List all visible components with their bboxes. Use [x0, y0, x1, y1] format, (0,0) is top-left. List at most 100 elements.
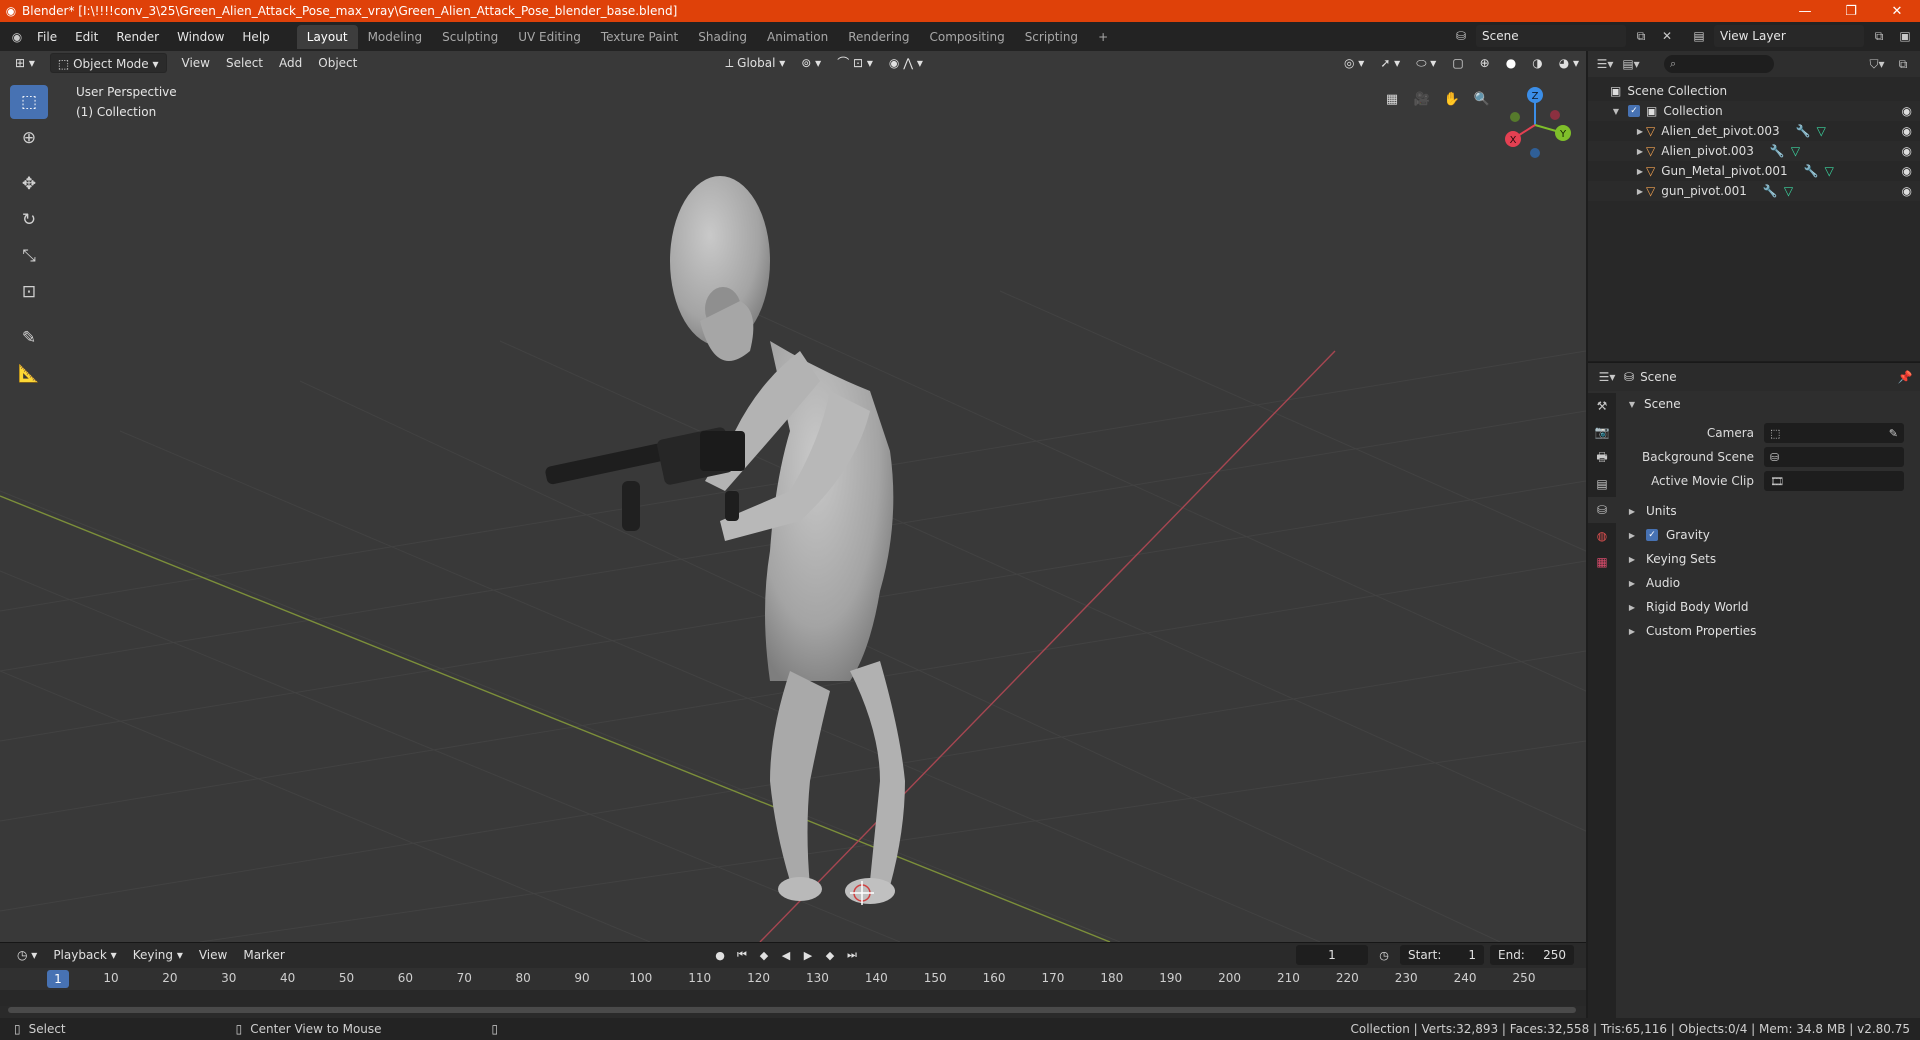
mode-dropdown[interactable]: ⬚ Object Mode ▾ — [49, 53, 167, 73]
custom-properties-panel[interactable]: ▶ Custom Properties — [1618, 619, 1918, 643]
zoom-icon[interactable]: 🔍 — [1470, 87, 1494, 111]
outliner-search-input[interactable]: ⌕ — [1664, 55, 1774, 73]
tab-rendering[interactable]: Rendering — [838, 25, 919, 49]
units-panel[interactable]: ▶ Units — [1618, 499, 1918, 523]
camera-view-icon[interactable]: 🎥 — [1410, 87, 1434, 111]
tree-scene-collection[interactable]: ▣ Scene Collection — [1588, 81, 1920, 101]
timeline-menu-view[interactable]: View — [192, 945, 234, 965]
transform-icon[interactable]: ⊡ — [10, 275, 48, 309]
preview-range-icon[interactable]: ◷ — [1374, 945, 1394, 965]
gravity-checkbox[interactable]: ✓ — [1646, 529, 1658, 541]
move-icon[interactable]: ✥ — [10, 167, 48, 201]
restore-icon[interactable]: ❐ — [1828, 0, 1874, 22]
cursor-icon[interactable]: ⊕ — [10, 121, 48, 155]
tree-collection[interactable]: ▼ ✓ ▣ Collection ◉ — [1588, 101, 1920, 121]
shading-wireframe-icon[interactable]: ⊕ — [1473, 53, 1497, 73]
tab-scripting[interactable]: Scripting — [1015, 25, 1088, 49]
tab-animation[interactable]: Animation — [757, 25, 838, 49]
active-movie-clip-field[interactable]: 🎞 — [1764, 471, 1904, 491]
tab-shading[interactable]: Shading — [688, 25, 757, 49]
pivot-icon[interactable]: ⊚ ▾ — [794, 53, 828, 73]
filter-icon[interactable]: ⛉▾ — [1866, 53, 1888, 75]
view-layer-tab-icon[interactable]: ▤ — [1588, 471, 1616, 497]
tool-tab-icon[interactable]: ⚒ — [1588, 393, 1616, 419]
render-tab-icon[interactable]: 📷 — [1588, 419, 1616, 445]
timeline-menu-marker[interactable]: Marker — [236, 945, 291, 965]
tree-object-2[interactable]: ▶ ▽ Gun_Metal_pivot.001 🔧 ▽ ◉ — [1588, 161, 1920, 181]
editor-type-icon[interactable]: ⊞ ▾ — [8, 53, 42, 73]
next-keyframe-icon[interactable]: ◆ — [820, 945, 840, 965]
timeline-editor-type-icon[interactable]: ◷ ▾ — [10, 945, 44, 965]
shading-solid-icon[interactable]: ● — [1499, 53, 1523, 73]
pan-hand-icon[interactable]: ✋ — [1440, 87, 1464, 111]
tab-texture-paint[interactable]: Texture Paint — [591, 25, 688, 49]
menu-edit[interactable]: Edit — [66, 26, 107, 48]
rigid-body-world-panel[interactable]: ▶ Rigid Body World — [1618, 595, 1918, 619]
view-layer-icon[interactable]: ▤ — [1688, 25, 1710, 47]
xray-icon[interactable]: ▢ — [1445, 53, 1470, 73]
prev-keyframe-icon[interactable]: ◆ — [754, 945, 774, 965]
view-layer-field[interactable]: View Layer — [1714, 25, 1864, 47]
new-collection-icon[interactable]: ⧉ — [1892, 53, 1914, 75]
audio-panel[interactable]: ▶ Audio — [1618, 571, 1918, 595]
delete-scene-icon[interactable]: ✕ — [1656, 25, 1678, 47]
scene-selector-icon[interactable]: ⛁ — [1450, 25, 1472, 47]
rotate-icon[interactable]: ↻ — [10, 203, 48, 237]
current-frame-field[interactable]: 1 — [1296, 945, 1368, 965]
camera-field[interactable]: ⬚ ✎ — [1764, 423, 1904, 443]
timeline-menu-keying[interactable]: Keying ▾ — [126, 945, 190, 965]
play-icon[interactable]: ▶ — [798, 945, 818, 965]
proportional-edit-icon[interactable]: ◉ ⋀ ▾ — [882, 53, 930, 73]
new-view-layer-icon[interactable]: ⧉ — [1868, 25, 1890, 47]
eye-icon[interactable]: ◉ — [1902, 184, 1912, 198]
add-workspace-icon[interactable]: + — [1088, 25, 1118, 49]
orientation-dropdown[interactable]: ⟂ Global ▾ — [718, 53, 792, 73]
visibility-icon[interactable]: ◎ ▾ — [1337, 53, 1371, 73]
pin-icon[interactable]: 📌 — [1894, 366, 1916, 388]
keying-sets-panel[interactable]: ▶ Keying Sets — [1618, 547, 1918, 571]
eye-icon[interactable]: ◉ — [1902, 164, 1912, 178]
blender-menu-icon[interactable]: ◉ — [6, 26, 28, 48]
eye-icon[interactable]: ◉ — [1902, 144, 1912, 158]
start-frame-field[interactable]: Start: 1 — [1400, 945, 1484, 965]
tree-object-1[interactable]: ▶ ▽ Alien_pivot.003 🔧 ▽ ◉ — [1588, 141, 1920, 161]
jump-start-icon[interactable]: ⏮ — [732, 945, 752, 965]
snap-icon[interactable]: ⌒ ⊡ ▾ — [830, 53, 880, 73]
delete-view-layer-icon[interactable]: ▣ — [1894, 25, 1916, 47]
annotate-icon[interactable]: ✎ — [10, 321, 48, 355]
end-frame-field[interactable]: End: 250 — [1490, 945, 1574, 965]
tree-object-0[interactable]: ▶ ▽ Alien_det_pivot.003 🔧 ▽ ◉ — [1588, 121, 1920, 141]
play-reverse-icon[interactable]: ◀ — [776, 945, 796, 965]
timeline-scrollbar[interactable] — [8, 1007, 1576, 1013]
menu-file[interactable]: File — [28, 26, 66, 48]
tab-uv-editing[interactable]: UV Editing — [508, 25, 591, 49]
timeline-menu-playback[interactable]: Playback ▾ — [46, 945, 123, 965]
viewport-menu-object[interactable]: Object — [311, 53, 364, 73]
frame-ruler[interactable]: 10 20 30 40 50 60 70 80 90 100 110 120 130 140 150 160 1… — [0, 968, 1586, 990]
menu-help[interactable]: Help — [233, 26, 278, 48]
minimize-icon[interactable]: — — [1782, 0, 1828, 22]
playhead[interactable]: 1 — [47, 970, 69, 988]
shading-material-icon[interactable]: ◑ — [1525, 53, 1549, 73]
viewport-menu-select[interactable]: Select — [219, 53, 270, 73]
menu-render[interactable]: Render — [107, 26, 168, 48]
output-tab-icon[interactable]: 🖶 — [1588, 445, 1616, 471]
select-box-icon[interactable]: ⬚ — [10, 85, 48, 119]
3d-viewport[interactable]: ⊞ ▾ ⬚ Object Mode ▾ View Select Add Obje… — [0, 51, 1586, 942]
scale-icon[interactable]: ⤡ — [10, 239, 48, 273]
scene-tab-icon[interactable]: ⛁ — [1588, 497, 1616, 523]
menu-window[interactable]: Window — [168, 26, 233, 48]
outliner-editor-icon[interactable]: ☰▾ — [1594, 53, 1616, 75]
tree-object-3[interactable]: ▶ ▽ gun_pivot.001 🔧 ▽ ◉ — [1588, 181, 1920, 201]
toggle-grid-icon[interactable]: ▦ — [1380, 87, 1404, 111]
close-icon[interactable]: ✕ — [1874, 0, 1920, 22]
eye-icon[interactable]: ◉ — [1902, 124, 1912, 138]
shading-rendered-icon[interactable]: ◕ ▾ — [1552, 53, 1586, 73]
measure-icon[interactable]: 📐 — [10, 357, 48, 391]
viewport-menu-add[interactable]: Add — [272, 53, 309, 73]
scene-name-field[interactable]: Scene — [1476, 25, 1626, 47]
eye-icon[interactable]: ◉ — [1902, 104, 1912, 118]
timeline-track[interactable] — [0, 990, 1586, 1006]
new-scene-icon[interactable]: ⧉ — [1630, 25, 1652, 47]
overlay-toggle-icon[interactable]: ⬭ ▾ — [1409, 53, 1443, 73]
